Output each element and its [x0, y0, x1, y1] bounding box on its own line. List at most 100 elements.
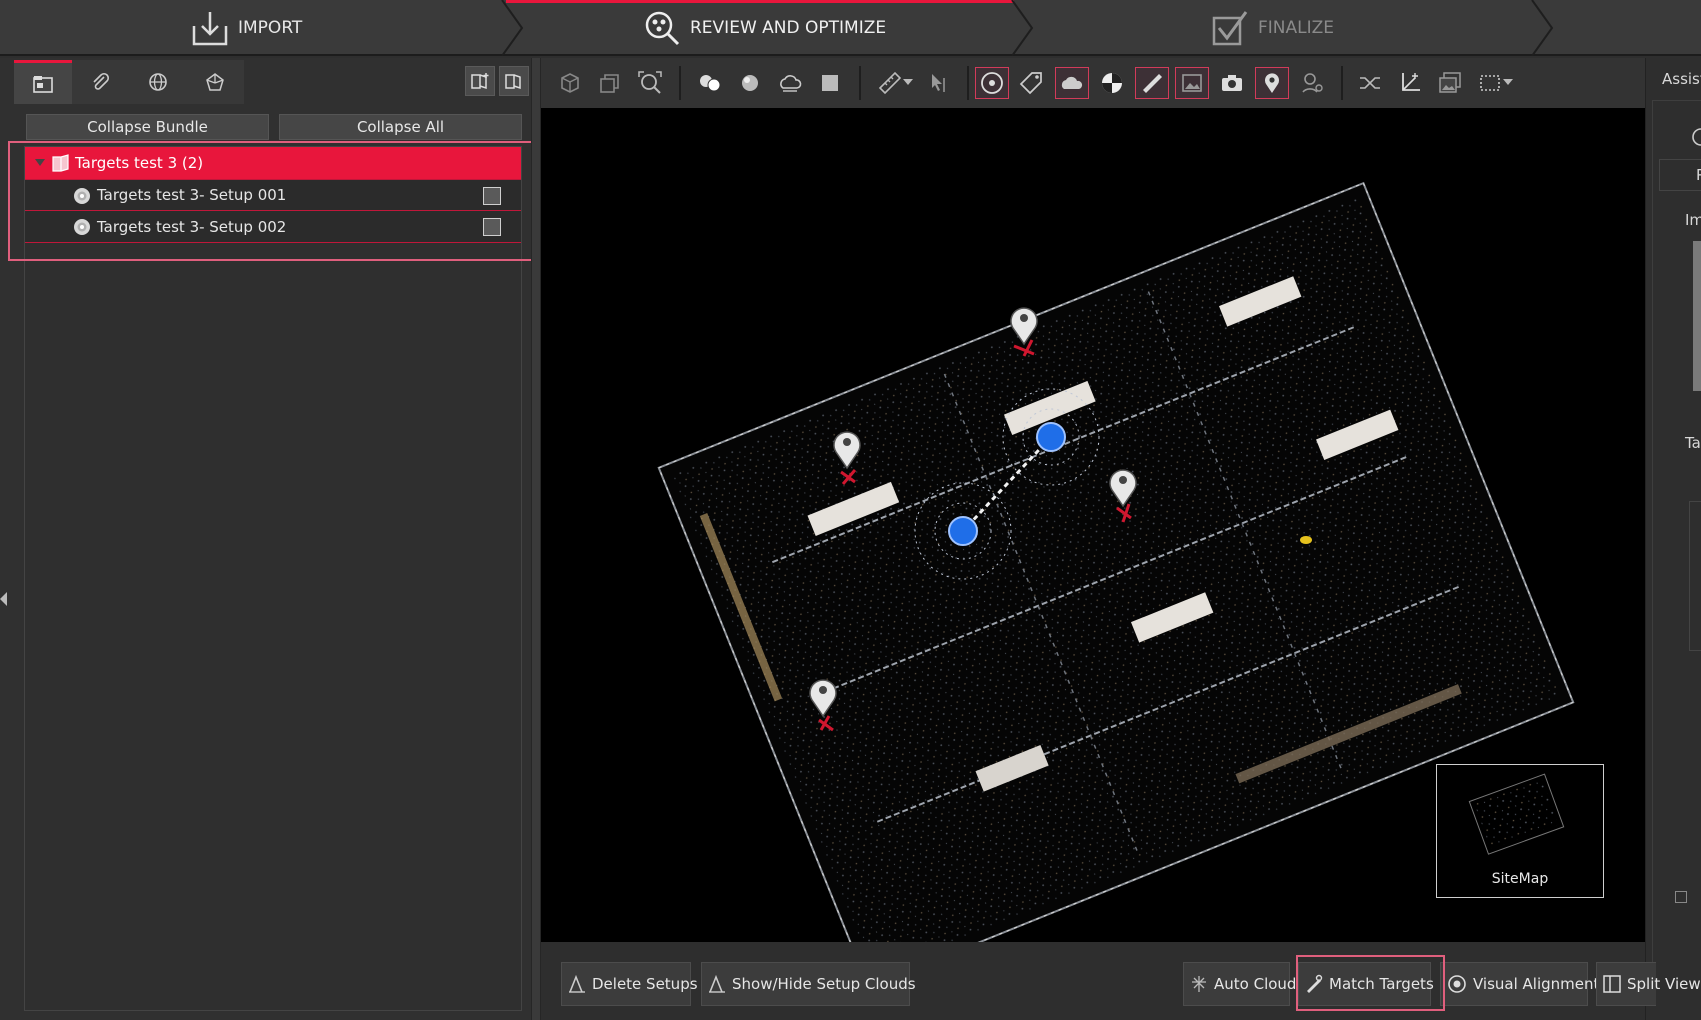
delete-setups-label: Delete Setups	[592, 975, 698, 993]
assistant-panel: Assist P Ima Tar	[1645, 58, 1701, 1020]
show-targets-button[interactable]	[1095, 67, 1129, 99]
setup-icon	[1692, 128, 1701, 146]
show-tags-button[interactable]	[1015, 67, 1049, 99]
visual-alignment-label: Visual Alignment	[1473, 975, 1600, 993]
show-hide-setup-clouds-button[interactable]: Show/Hide Setup Clouds	[701, 962, 916, 1006]
add-bundle-button[interactable]	[465, 66, 495, 96]
auto-cloud-button[interactable]: Auto Cloud	[1183, 962, 1296, 1006]
collapse-bundle-button[interactable]: Collapse Bundle	[26, 114, 269, 140]
setup-cloud-icon	[709, 974, 725, 993]
paperclip-icon	[93, 72, 110, 90]
zoom-fit-button[interactable]	[633, 67, 667, 99]
tag-icon	[1019, 72, 1042, 95]
select-button[interactable]	[923, 67, 957, 99]
setup-node[interactable]	[948, 516, 978, 546]
panel-splitter[interactable]	[531, 58, 541, 1020]
cloud-icon	[780, 75, 802, 92]
ruler-icon	[878, 71, 902, 95]
zoom-extents-icon	[638, 71, 662, 94]
display-clouds-button[interactable]	[693, 67, 727, 99]
step-separator-icon	[1531, 0, 1554, 56]
panel-tabs	[14, 60, 244, 104]
image-thumbnail[interactable]	[1693, 241, 1701, 391]
assistant-field[interactable]: P	[1659, 159, 1701, 191]
show-images-toggle[interactable]	[1175, 67, 1209, 99]
collapse-controls: Collapse Bundle Collapse All	[26, 114, 522, 140]
multi-sphere-icon	[700, 75, 721, 92]
action-bar: Delete Setups Show/Hide Setup Clouds Aut…	[541, 942, 1701, 1020]
visual-alignment-icon	[1448, 975, 1466, 993]
review-magnifier-icon	[645, 11, 680, 46]
visual-alignment-button[interactable]: Visual Alignment	[1440, 962, 1599, 1006]
delete-setups-button[interactable]: Delete Setups	[561, 962, 698, 1006]
view-frames-button[interactable]	[593, 67, 627, 99]
tab-attachments[interactable]	[71, 60, 129, 104]
bundle-settings-button[interactable]	[499, 66, 529, 96]
highlight-frame	[1296, 955, 1445, 1011]
show-hide-label: Show/Hide Setup Clouds	[732, 975, 916, 993]
highlight-frame	[8, 141, 540, 261]
chevron-down-icon	[1503, 79, 1513, 85]
sphere-icon	[742, 75, 758, 91]
delete-setup-icon	[569, 974, 585, 993]
show-clouds-toggle[interactable]	[1055, 67, 1089, 99]
collapse-left-icon[interactable]	[0, 592, 8, 606]
tab-network[interactable]	[186, 60, 244, 104]
target-circle-icon	[981, 72, 1003, 94]
cube-view-icon	[561, 73, 579, 93]
split-view-icon	[1603, 975, 1621, 993]
show-setups-toggle[interactable]	[975, 67, 1009, 99]
tab-project[interactable]	[14, 60, 72, 104]
selection-rect-icon	[1480, 75, 1500, 91]
assistant-field-label: P	[1696, 166, 1701, 184]
step-import-label: IMPORT	[238, 18, 303, 38]
targets-list[interactable]	[1689, 501, 1701, 651]
step-review-and-optimize[interactable]: REVIEW AND OPTIMIZE	[642, 0, 886, 56]
network-icon	[206, 73, 225, 91]
assistant-header: Assist	[1662, 70, 1701, 88]
show-markers-toggle[interactable]	[1255, 67, 1289, 99]
bundle-icon	[505, 74, 521, 90]
targets-section-label: Tar	[1685, 434, 1701, 452]
step-import[interactable]: IMPORT	[190, 0, 302, 56]
sitemap-minimap[interactable]: SiteMap	[1436, 764, 1604, 898]
split-view-label: Split View	[1627, 975, 1701, 993]
display-sphere-button[interactable]	[733, 67, 767, 99]
display-box-button[interactable]	[813, 67, 847, 99]
panel-tools	[465, 66, 529, 96]
collapse-all-button[interactable]: Collapse All	[279, 114, 522, 140]
app-window: IMPORT REVIEW AND OPTIMIZE FINALIZE Coll…	[0, 0, 1701, 1020]
cloud-icon	[1061, 76, 1083, 89]
scroll-left-icon[interactable]	[1675, 891, 1687, 903]
folder-icon	[32, 75, 53, 93]
bundle-add-icon	[471, 73, 489, 90]
globe-icon	[148, 73, 167, 91]
step-finalize[interactable]: FINALIZE	[1210, 0, 1334, 56]
auto-cloud-icon	[1192, 976, 1206, 992]
shuffle-button[interactable]	[1353, 67, 1387, 99]
measure-dropdown[interactable]	[901, 67, 915, 99]
display-cloud-button[interactable]	[773, 67, 807, 99]
pin-person-icon	[1302, 73, 1323, 93]
axes-button[interactable]	[1393, 67, 1427, 99]
bundle-tree: Targets test 3 (2) Targets test 3- Setup…	[24, 146, 522, 1011]
setup-node[interactable]	[1036, 422, 1066, 452]
image-overlay-button[interactable]	[1433, 67, 1467, 99]
checker-target-icon	[1102, 73, 1122, 93]
tab-geo[interactable]	[129, 60, 187, 104]
point-cloud-viewport[interactable]: SiteMap	[541, 108, 1645, 942]
frames-icon	[600, 74, 619, 93]
images-stack-icon	[1439, 72, 1461, 93]
show-cameras-button[interactable]	[1215, 67, 1249, 99]
step-review-label: REVIEW AND OPTIMIZE	[690, 18, 887, 38]
selection-dropdown[interactable]	[1501, 67, 1515, 99]
show-links-toggle[interactable]	[1135, 67, 1169, 99]
view-setups-button[interactable]	[553, 67, 587, 99]
step-finalize-label: FINALIZE	[1258, 18, 1335, 38]
images-section-label: Ima	[1685, 211, 1701, 229]
show-users-button[interactable]	[1295, 67, 1329, 99]
project-panel: Collapse Bundle Collapse All Targets tes…	[0, 58, 540, 1020]
sitemap-label: SiteMap	[1491, 871, 1549, 887]
step-separator-icon	[1011, 0, 1034, 56]
split-view-button[interactable]: Split View	[1596, 962, 1701, 1006]
